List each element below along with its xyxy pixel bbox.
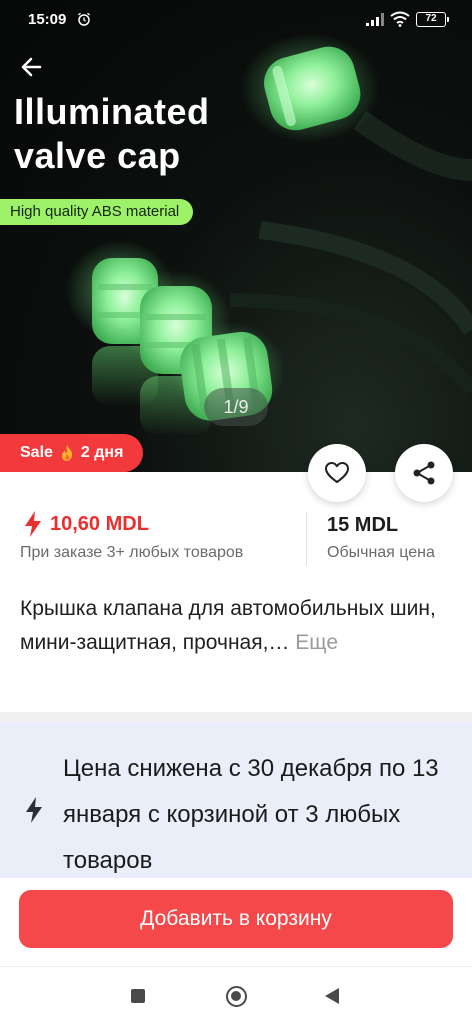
back-arrow-icon[interactable]: [16, 52, 52, 82]
promo-info-panel: Цена снижена с 30 декабря по 13 января с…: [0, 722, 472, 878]
share-button[interactable]: [395, 444, 453, 502]
cart-bar: Добавить в корзину: [0, 878, 472, 966]
lightning-bolt-icon: [26, 797, 42, 823]
lightning-bolt-icon: [25, 511, 41, 537]
product-screen: Illuminated valve cap High quality ABS m…: [0, 0, 472, 1024]
promo-price-note: При заказе 3+ любых товаров: [20, 544, 244, 561]
signal-icon: [366, 13, 384, 26]
heart-icon: [325, 462, 349, 483]
promo-price-value: 10,60 MDL: [50, 512, 149, 535]
price-divider: [306, 512, 307, 566]
more-link[interactable]: Еще: [295, 631, 338, 654]
image-counter: 1/9: [204, 388, 268, 426]
flame-icon: [61, 445, 73, 461]
sale-badge: Sale 2 дня: [0, 434, 144, 472]
alarm-icon: [78, 12, 90, 26]
status-bar: 15:09 72: [0, 0, 472, 40]
material-badge: High quality ABS material: [0, 199, 194, 225]
status-time: 15:09: [28, 11, 67, 28]
promo-price: 10,60 MDL: [22, 510, 149, 538]
product-title-text: Крышка клапана для автомобильных шин, ми…: [20, 597, 436, 654]
system-nav-bar: [0, 966, 472, 1024]
regular-price-note: Обычная цена: [327, 544, 435, 561]
add-to-cart-button[interactable]: Добавить в корзину: [19, 890, 453, 948]
share-icon: [413, 461, 435, 485]
hero-title: Illuminated valve cap: [14, 90, 210, 178]
nav-home-icon[interactable]: [226, 986, 247, 1007]
sale-label: Sale: [20, 444, 53, 461]
wifi-icon: [390, 11, 410, 27]
sale-days: 2 дня: [80, 444, 124, 461]
hero-title-line1: Illuminated: [14, 91, 210, 132]
regular-price: 15 MDL: [327, 514, 399, 536]
price-section: 10,60 MDL При заказе 3+ любых товаров 15…: [0, 510, 472, 570]
hero-title-line2: valve cap: [14, 135, 181, 176]
product-image-gallery[interactable]: Illuminated valve cap High quality ABS m…: [0, 0, 472, 472]
promo-info-text: Цена снижена с 30 декабря по 13 января с…: [63, 755, 439, 874]
nav-back-icon[interactable]: [325, 988, 339, 1004]
favorite-button[interactable]: [308, 444, 366, 502]
nav-recents-icon[interactable]: [131, 989, 145, 1003]
section-divider: [0, 712, 472, 722]
battery-icon: 72: [416, 12, 449, 27]
product-title: Крышка клапана для автомобильных шин, ми…: [20, 592, 450, 660]
